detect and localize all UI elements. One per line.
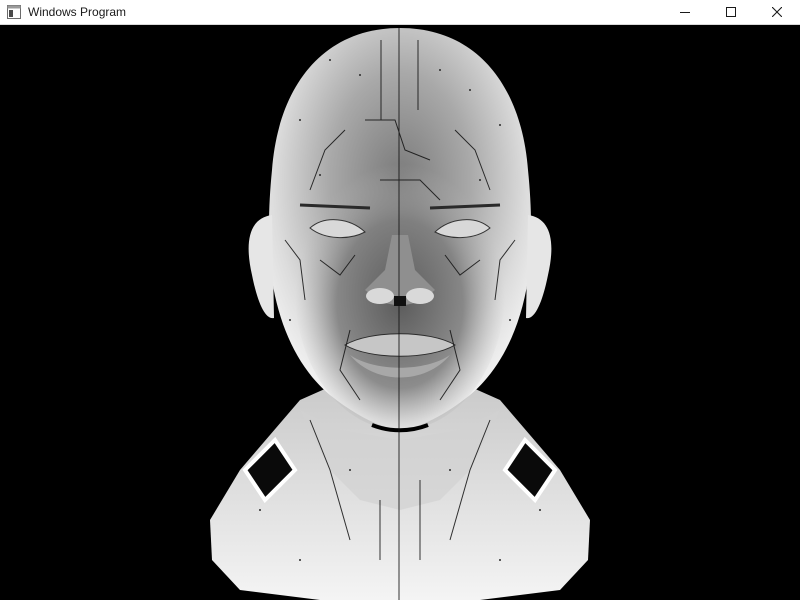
window-app-icon[interactable]	[7, 5, 21, 19]
window-title: Windows Program	[28, 5, 127, 19]
application-window: Windows Program	[0, 0, 800, 600]
render-viewport[interactable]	[0, 26, 800, 600]
minimize-button[interactable]	[662, 0, 708, 25]
title-bar[interactable]: Windows Program	[0, 0, 800, 25]
maximize-button[interactable]	[708, 0, 754, 25]
close-button[interactable]	[754, 0, 800, 25]
maximize-icon	[726, 4, 736, 22]
close-icon	[771, 4, 783, 22]
minimize-icon	[680, 4, 690, 22]
rendered-head-model	[0, 26, 800, 600]
